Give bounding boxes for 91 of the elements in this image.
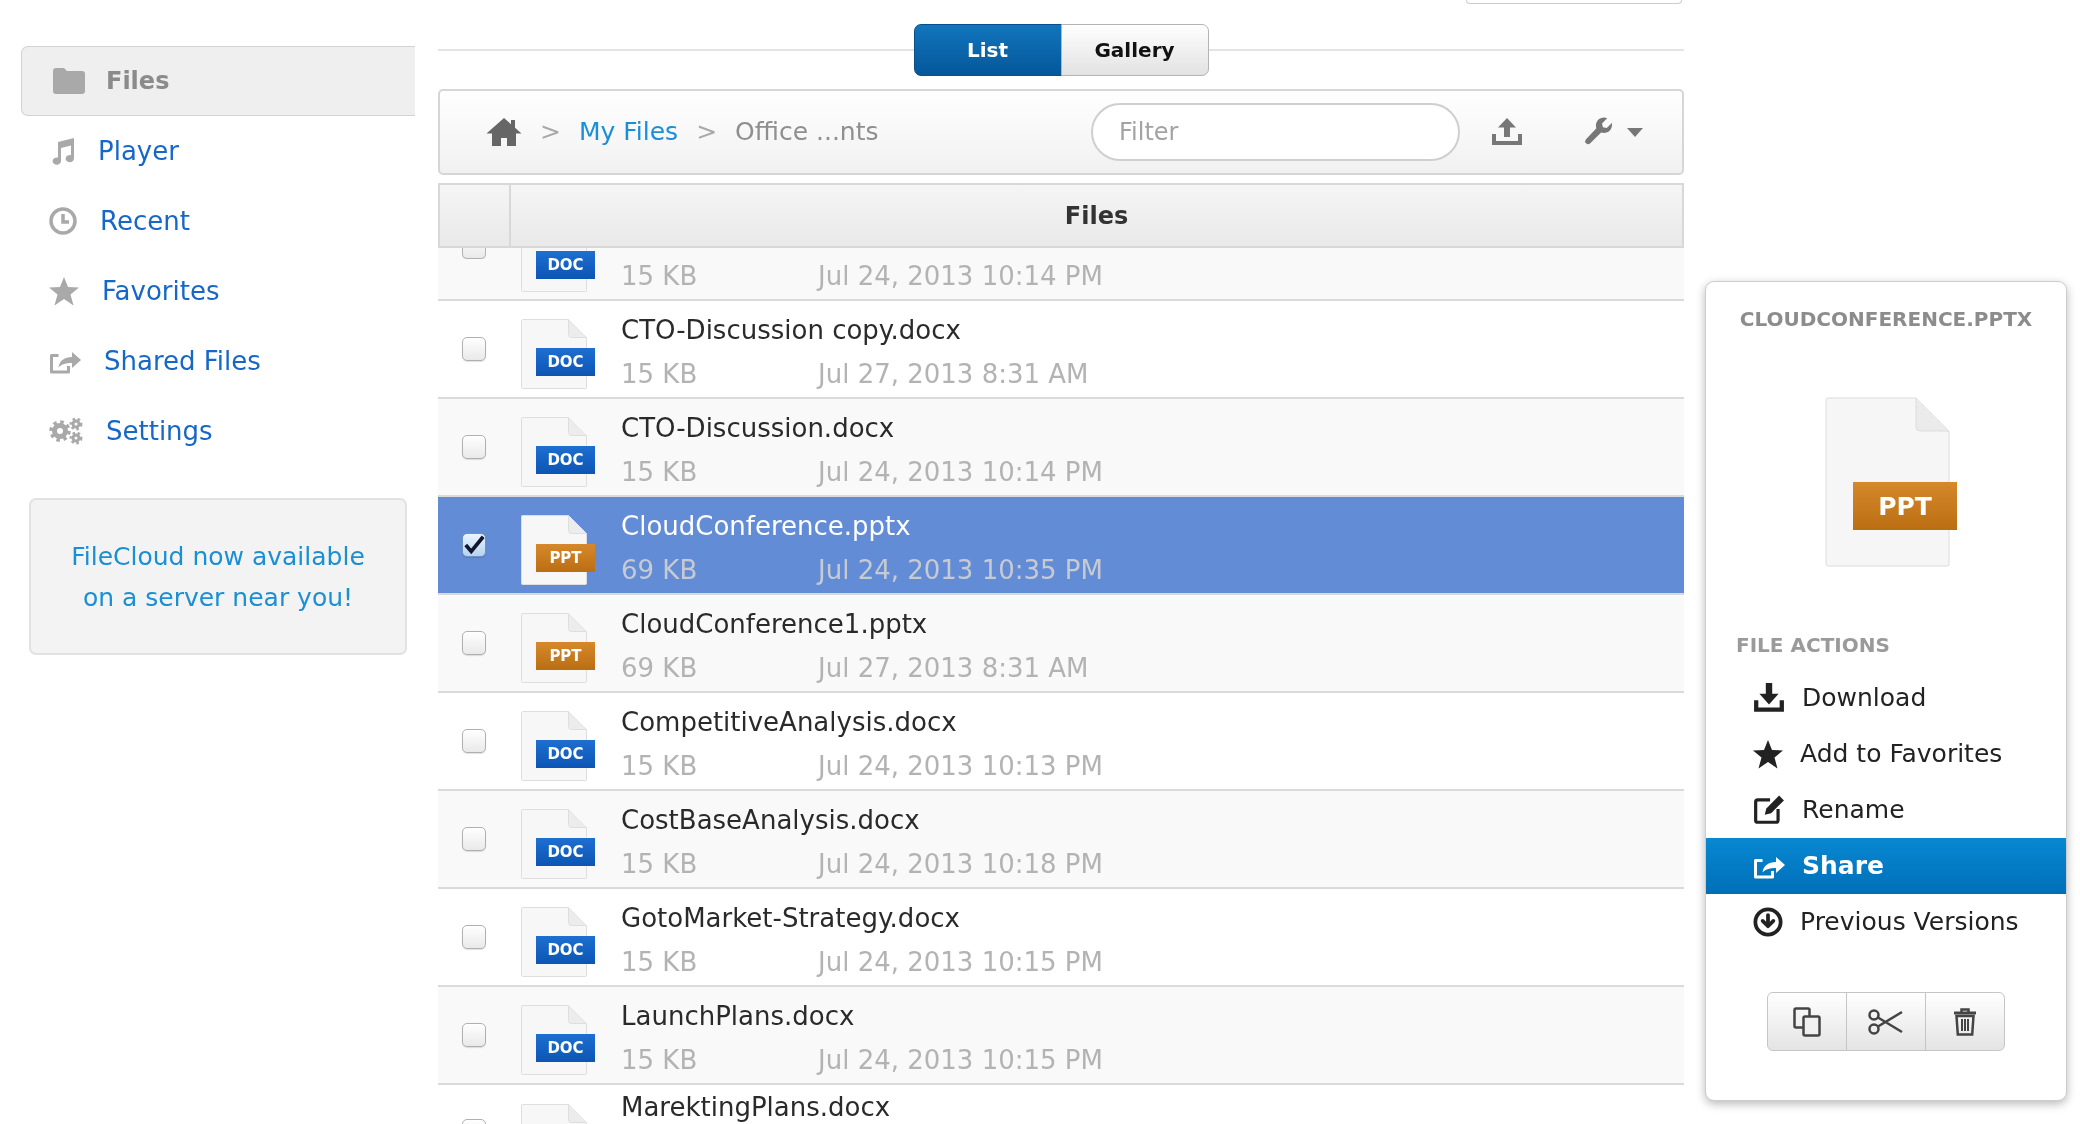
column-title: Files [1064,200,1129,232]
folder-icon [53,68,85,94]
section-title: FILE ACTIONS [1735,632,1891,658]
file-name[interactable]: MarektingPlans.docx [621,1094,891,1120]
checkbox[interactable] [462,925,486,949]
checkmark-icon [463,534,485,556]
copy-button[interactable] [1767,992,1847,1051]
file-type-badge: DOC [536,740,595,768]
file-date: Jul 27, 2013 8:31 AM [818,652,1089,684]
caret-icon [1627,127,1643,137]
breadcrumb-separator: > [696,116,718,149]
file-name[interactable]: CTO-Discussion.docx [621,412,1103,444]
sidebar-item[interactable]: Player [21,116,415,186]
file-type-badge: DOC [536,1034,595,1062]
file-action-item[interactable]: Rename [1706,782,2066,838]
view-toggle-button[interactable]: List [913,24,1062,76]
file-type-badge: PPT [536,642,595,670]
file-size: 15 KB [621,456,699,488]
file-size: 69 KB [621,652,699,684]
sidebar-item[interactable]: Settings [21,396,415,466]
breadcrumb-separator: > [540,116,561,149]
clock-icon [49,207,77,235]
sidebar-item[interactable]: Favorites [21,256,415,326]
file-name[interactable]: CloudConference1.pptx [621,608,1089,640]
file-size: 15 KB [621,358,699,390]
file-row[interactable]: DOC CTO-Discussion.docx 15 KB Jul 24, 2013 10:14 PM [438,399,1684,497]
view-toggle-button[interactable]: Gallery [1060,24,1209,76]
sidebar-item[interactable]: Recent [21,186,415,256]
checkbox[interactable] [462,1023,486,1047]
file-action-item[interactable]: Previous Versions [1706,894,2066,950]
file-size: 15 KB [621,750,699,782]
file-action-item[interactable]: Share [1706,838,2066,894]
file-date: Jul 24, 2013 10:35 PM [818,554,1103,586]
edit-icon [1753,795,1785,825]
file-name[interactable]: LaunchPlans.docx [621,1000,1103,1032]
star-icon [1753,739,1783,769]
file-name[interactable]: GotoMarket-Strategy.docx [621,902,1103,934]
file-name[interactable]: CTO-Discussion copy.docx [621,314,1089,346]
file-date: Jul 24, 2013 10:14 PM [818,456,1103,488]
trash-icon [1953,1007,1977,1036]
checkbox[interactable] [462,248,486,259]
file-name[interactable]: CostBaseAnalysis.docx [621,804,1103,836]
arrow-circle-down-icon [1753,907,1783,937]
panel-title: CLOUDCONFERENCE.PPTX [1738,306,2034,333]
wrench-icon [1583,117,1613,147]
file-type-badge: PPT [536,544,595,572]
file-name[interactable]: CompetitiveAnalysis.docx [621,706,1103,738]
file-date: Jul 24, 2013 10:18 PM [818,848,1103,880]
file-size: 15 KB [621,848,699,880]
checkbox[interactable] [462,337,486,361]
download-icon [1753,683,1785,713]
copy-icon [1793,1006,1821,1037]
file-action-item[interactable]: Add to Favorites [1706,726,2066,782]
file-size: 15 KB [621,1044,699,1076]
file-action-item[interactable]: Download [1706,670,2066,726]
file-size: 15 KB [621,260,699,292]
file-type-badge: DOC [536,838,595,866]
file-row[interactable]: DOC CostBaseAnalysis.docx 15 KB Jul 24, 2013 10:18 PM [438,791,1684,889]
checkbox[interactable] [462,729,486,753]
checkbox[interactable] [462,631,486,655]
document-icon [521,1103,588,1124]
breadcrumb-current: Office ...nts [735,116,879,149]
delete-button[interactable] [1925,992,2005,1051]
filter-field[interactable]: Filter [1091,103,1460,161]
scissors-icon [1868,1007,1904,1036]
file-type-badge: PPT [1853,482,1957,530]
checkbox[interactable] [462,827,486,851]
file-date: Jul 24, 2013 10:14 PM [818,260,1103,292]
checkbox[interactable] [462,1119,486,1124]
file-type-badge: DOC [536,446,595,474]
home-icon[interactable] [486,117,522,147]
file-type-badge: DOC [536,936,595,964]
file-size: 69 KB [621,554,699,586]
file-date: Jul 24, 2013 10:15 PM [818,1044,1103,1076]
tools-menu-button[interactable] [1583,117,1643,147]
checkbox[interactable] [462,533,486,557]
star-icon [49,276,79,306]
file-type-badge: DOC [536,348,595,376]
cut-button[interactable] [1846,992,1926,1051]
file-date: Jul 24, 2013 10:15 PM [818,946,1103,978]
checkbox[interactable] [462,435,486,459]
upload-icon[interactable] [1491,118,1523,146]
file-type-badge: DOC [536,251,595,279]
gears-icon [49,417,83,445]
file-date: Jul 24, 2013 10:13 PM [818,750,1103,782]
file-size: 15 KB [621,946,699,978]
file-row[interactable]: DOC LaunchPlans.docx 15 KB Jul 24, 2013 10:15 PM [438,987,1684,1085]
file-row[interactable]: DOC 15 KB Jul 24, 2013 10:14 PM [438,248,1684,301]
file-date: Jul 27, 2013 8:31 AM [818,358,1089,390]
sidebar-item[interactable]: Shared Files [21,326,415,396]
file-row[interactable]: PPT CloudConference1.pptx 69 KB Jul 27, 2013 8:31 AM [438,595,1684,693]
